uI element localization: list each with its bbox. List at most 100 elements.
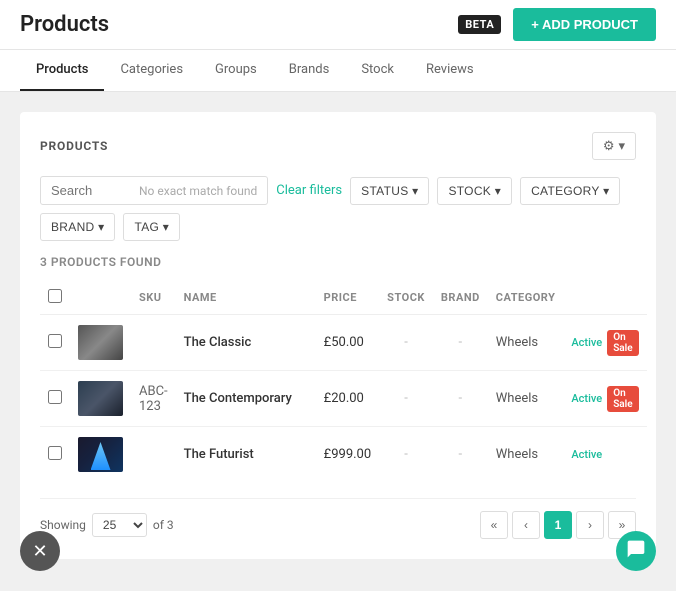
table-row: The Classic £50.00 - - Wheels Active On … [40, 315, 647, 371]
prev-page-button[interactable]: ‹ [512, 511, 540, 539]
product-stock: - [379, 315, 433, 371]
active-badge: Active [571, 392, 602, 405]
brand-filter-button[interactable]: BRAND ▾ [40, 213, 115, 241]
search-box: No exact match found [40, 176, 268, 205]
products-card: PRODUCTS ⚙ ▾ No exact match found Clear … [20, 112, 656, 559]
first-page-icon: « [491, 518, 498, 532]
tag-filter-button[interactable]: TAG ▾ [123, 213, 180, 241]
tab-products[interactable]: Products [20, 50, 104, 91]
product-image-cell [70, 427, 131, 483]
product-status-cell: Active On Sale [563, 371, 646, 427]
stock-filter-button[interactable]: STOCK ▾ [437, 177, 512, 205]
product-thumbnail [78, 325, 123, 360]
th-brand: BRAND [433, 281, 488, 315]
pagination-controls: « ‹ 1 › » [480, 511, 636, 539]
product-status-cell: Active [563, 427, 646, 483]
tab-nav: Products Categories Groups Brands Stock … [0, 50, 676, 92]
product-sku [131, 315, 176, 371]
product-brand: - [433, 371, 488, 427]
product-sku: ABC-123 [131, 371, 176, 427]
product-image-cell [70, 371, 131, 427]
products-table: SKU NAME PRICE STOCK BRAND CATEGORY [40, 281, 647, 482]
product-price: £999.00 [316, 427, 380, 483]
page-header: Products BETA + ADD PRODUCT [0, 0, 676, 50]
first-page-button[interactable]: « [480, 511, 508, 539]
th-category: CATEGORY [488, 281, 564, 315]
th-status [563, 281, 646, 315]
th-sku: SKU [131, 281, 176, 315]
row-checkbox-cell [40, 371, 70, 427]
table-row: The Futurist £999.00 - - Wheels Active [40, 427, 647, 483]
prev-page-icon: ‹ [524, 518, 528, 532]
product-brand: - [433, 427, 488, 483]
product-category: Wheels [488, 427, 564, 483]
per-page-select[interactable]: 25 10 50 100 [92, 513, 147, 537]
row-checkbox-cell [40, 315, 70, 371]
gear-icon: ⚙ [603, 138, 615, 154]
status-badges: Active On Sale [571, 330, 638, 356]
card-title: PRODUCTS [40, 139, 108, 153]
total-label: of 3 [153, 518, 174, 532]
beta-badge: BETA [458, 15, 501, 34]
row-checkbox-cell [40, 427, 70, 483]
th-price: PRICE [316, 281, 380, 315]
sale-badge: On Sale [607, 386, 638, 412]
product-price: £20.00 [316, 371, 380, 427]
product-thumbnail [78, 381, 123, 416]
active-badge: Active [571, 336, 602, 349]
th-img [70, 281, 131, 315]
table-row: ABC-123 The Contemporary £20.00 - - Whee… [40, 371, 647, 427]
settings-chevron: ▾ [618, 138, 625, 154]
product-category: Wheels [488, 371, 564, 427]
page-title: Products [20, 12, 109, 37]
sale-badge: On Sale [607, 330, 638, 356]
next-page-icon: › [588, 518, 592, 532]
row-checkbox[interactable] [48, 390, 62, 404]
tab-stock[interactable]: Stock [345, 50, 410, 91]
active-badge: Active [571, 448, 602, 461]
header-actions: BETA + ADD PRODUCT [458, 8, 656, 41]
search-hint: No exact match found [139, 184, 257, 198]
status-badges: Active On Sale [571, 386, 638, 412]
product-sku [131, 427, 176, 483]
search-input[interactable] [51, 183, 131, 198]
product-stock: - [379, 427, 433, 483]
category-filter-button[interactable]: CATEGORY ▾ [520, 177, 620, 205]
current-page-button[interactable]: 1 [544, 511, 572, 539]
showing-info: Showing 25 10 50 100 of 3 [40, 513, 174, 537]
page-number: 1 [555, 518, 562, 532]
pagination-row: Showing 25 10 50 100 of 3 « ‹ 1 [40, 498, 636, 539]
add-product-button[interactable]: + ADD PRODUCT [513, 8, 656, 41]
product-category: Wheels [488, 315, 564, 371]
select-all-header [40, 281, 70, 315]
product-brand: - [433, 315, 488, 371]
close-button[interactable]: ✕ [20, 531, 60, 571]
filters-row: No exact match found Clear filters STATU… [40, 176, 636, 241]
product-status-cell: Active On Sale [563, 315, 646, 371]
showing-label: Showing [40, 518, 86, 532]
clear-filters-link[interactable]: Clear filters [276, 183, 342, 198]
product-stock: - [379, 371, 433, 427]
results-count: 3 PRODUCTS FOUND [40, 255, 636, 269]
main-content: PRODUCTS ⚙ ▾ No exact match found Clear … [0, 92, 676, 579]
row-checkbox[interactable] [48, 446, 62, 460]
tab-groups[interactable]: Groups [199, 50, 273, 91]
status-badges: Active [571, 448, 638, 461]
th-name: NAME [176, 281, 316, 315]
product-name: The Futurist [176, 427, 316, 483]
select-all-checkbox[interactable] [48, 289, 62, 303]
product-name: The Classic [176, 315, 316, 371]
product-thumbnail [78, 437, 123, 472]
tab-brands[interactable]: Brands [273, 50, 346, 91]
row-checkbox[interactable] [48, 334, 62, 348]
card-header: PRODUCTS ⚙ ▾ [40, 132, 636, 160]
status-filter-button[interactable]: STATUS ▾ [350, 177, 429, 205]
tab-categories[interactable]: Categories [104, 50, 199, 91]
product-name: The Contemporary [176, 371, 316, 427]
close-icon: ✕ [32, 541, 47, 562]
chat-button[interactable] [616, 531, 656, 571]
chat-icon [626, 539, 646, 563]
next-page-button[interactable]: › [576, 511, 604, 539]
tab-reviews[interactable]: Reviews [410, 50, 490, 91]
settings-button[interactable]: ⚙ ▾ [592, 132, 636, 160]
